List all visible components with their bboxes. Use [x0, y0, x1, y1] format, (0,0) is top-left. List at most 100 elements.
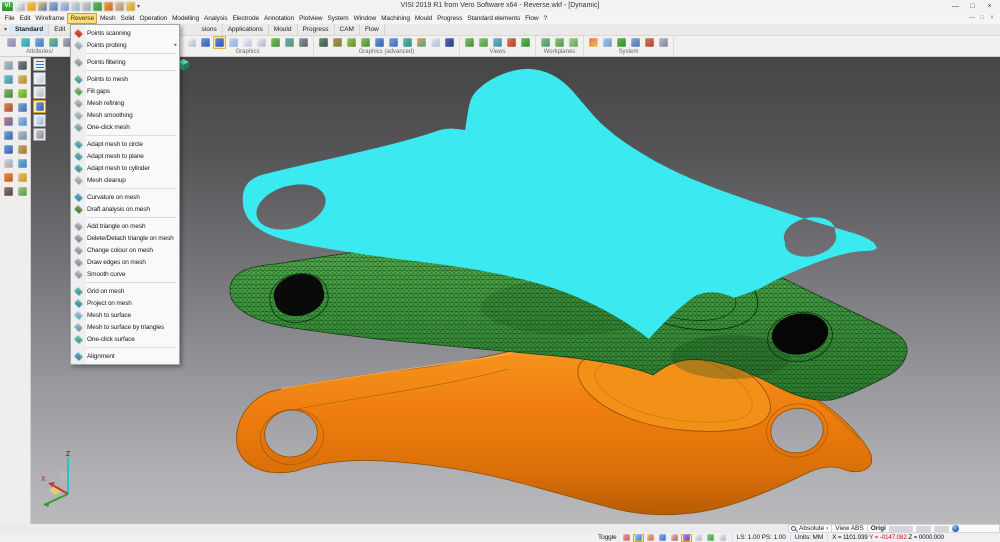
modify-tool-icon[interactable]	[2, 101, 15, 114]
reverse-menu-item-project-on-mesh[interactable]: Project on mesh	[71, 297, 179, 309]
view-rotate-icon[interactable]	[477, 36, 490, 49]
book-tool-icon[interactable]	[16, 185, 29, 198]
cylinder-light-icon[interactable]	[227, 36, 240, 49]
frame-teal-icon[interactable]	[491, 36, 504, 49]
mdi-maximize-button[interactable]: □	[977, 15, 987, 21]
menu-reverse[interactable]: Reverse	[67, 13, 98, 24]
globe-icon[interactable]	[952, 525, 959, 532]
minimize-button[interactable]: —	[947, 1, 964, 12]
tree-dark-icon[interactable]	[317, 36, 330, 49]
import-folder-icon[interactable]	[38, 2, 47, 11]
shield-blue-icon[interactable]	[443, 36, 456, 49]
check-tool-icon[interactable]	[16, 87, 29, 100]
tab-progress[interactable]: Progress	[298, 24, 335, 35]
tab-standard[interactable]: Standard	[10, 24, 49, 35]
globe-green-icon[interactable]	[519, 36, 532, 49]
tab-sions[interactable]: sions	[197, 24, 223, 35]
menu-flow[interactable]: Flow	[523, 13, 541, 24]
reverse-menu-item-change-colour-on-mesh[interactable]: Change colour on mesh	[71, 244, 179, 256]
menu-electrode[interactable]: Electrode	[230, 13, 262, 24]
tab-edit[interactable]: Edit	[49, 24, 71, 35]
new-view-icon[interactable]	[185, 36, 198, 49]
select-grid-icon[interactable]	[621, 534, 632, 542]
favorites-icon[interactable]	[126, 2, 135, 11]
reverse-menu-item-mesh-cleanup[interactable]: Mesh cleanup	[71, 174, 179, 186]
pencil-red-icon[interactable]	[505, 36, 518, 49]
reverse-menu-item-curvature-on-mesh[interactable]: Curvature on mesh	[71, 191, 179, 203]
menu-mould[interactable]: Mould	[412, 13, 434, 24]
snap-arrow-icon[interactable]	[669, 534, 680, 542]
solid-box-icon[interactable]	[681, 534, 692, 542]
tab-caret-icon[interactable]: ▾	[0, 24, 10, 35]
tab-flow[interactable]: Flow	[360, 24, 385, 35]
teal-icon[interactable]	[401, 36, 414, 49]
workplane-1-icon[interactable]	[539, 36, 552, 49]
mesh-green-icon[interactable]	[359, 36, 372, 49]
save-icon[interactable]	[49, 2, 58, 11]
menu-mesh[interactable]: Mesh	[97, 13, 118, 24]
menu-analysis[interactable]: Analysis	[202, 13, 230, 24]
absolute-mode-label[interactable]: Absolute ›	[799, 525, 828, 532]
workplane-2-icon[interactable]	[553, 36, 566, 49]
reverse-menu-item-points-to-mesh[interactable]: Points to mesh	[71, 73, 179, 85]
new-file-icon[interactable]	[16, 2, 25, 11]
menu-edit[interactable]: Edit	[17, 13, 33, 24]
menu-plotview[interactable]: Plotview	[297, 13, 325, 24]
reverse-menu-item-draw-edges-on-mesh[interactable]: Draw edges on mesh	[71, 256, 179, 268]
reverse-menu-item-smooth-curve[interactable]: Smooth curve	[71, 268, 179, 280]
quick-access-caret-icon[interactable]: ▾	[137, 3, 140, 10]
redo-icon[interactable]	[115, 2, 124, 11]
pencil-blue-tool-icon[interactable]	[16, 101, 29, 114]
rotate-icon[interactable]	[705, 534, 716, 542]
list-icon[interactable]	[693, 534, 704, 542]
undo-icon[interactable]	[104, 2, 113, 11]
bin-green-icon[interactable]	[269, 36, 282, 49]
stack-blue-green-icon[interactable]	[283, 36, 296, 49]
menu-file[interactable]: File	[2, 13, 17, 24]
layer-cylinder-blue-button[interactable]	[33, 100, 46, 113]
maximize-button[interactable]: □	[964, 1, 981, 12]
reverse-menu-item-adapt-mesh-to-circle[interactable]: Adapt mesh to circle	[71, 138, 179, 150]
solid-tool-icon[interactable]	[2, 129, 15, 142]
plane-gray-icon[interactable]	[657, 36, 670, 49]
save-all-icon[interactable]	[60, 2, 69, 11]
view-abs-label[interactable]: View ABS	[835, 525, 863, 532]
attribute-blue-icon[interactable]	[33, 36, 46, 49]
reverse-menu-item-draft-analysis-on-mesh[interactable]: Draft analysis on mesh	[71, 203, 179, 215]
toggle-label[interactable]: Toggle	[598, 534, 617, 541]
reverse-menu-item-delete-detach-triangle-on-mesh[interactable]: Delete/Detach triangle on mesh	[71, 232, 179, 244]
bin-white-icon[interactable]	[255, 36, 268, 49]
reverse-menu-item-mesh-to-surface[interactable]: Mesh to surface	[71, 309, 179, 321]
delete-tool-icon[interactable]	[16, 59, 29, 72]
origin-label[interactable]: Origi	[871, 525, 886, 532]
cylinder-blue-2-icon[interactable]	[373, 36, 386, 49]
layer-bin-dark-button[interactable]	[33, 128, 46, 141]
attribute-green-blue-icon[interactable]	[47, 36, 60, 49]
frame-tool-icon[interactable]	[2, 73, 15, 86]
stamp-icon[interactable]	[645, 534, 656, 542]
fire-tool-icon[interactable]	[2, 171, 15, 184]
trash-tool-icon[interactable]	[2, 157, 15, 170]
reverse-menu-item-mesh-smoothing[interactable]: Mesh smoothing	[71, 109, 179, 121]
attribute-teal-icon[interactable]	[19, 36, 32, 49]
menu-solid[interactable]: Solid	[118, 13, 137, 24]
layers-menu-button[interactable]	[33, 58, 46, 71]
pencil-tool-icon[interactable]	[16, 73, 29, 86]
layer-cylinder-outline-button[interactable]	[33, 72, 46, 85]
palette-icon[interactable]	[587, 36, 600, 49]
tools-red-icon[interactable]	[643, 36, 656, 49]
reverse-menu-item-grid-on-mesh[interactable]: Grid on mesh	[71, 285, 179, 297]
search-icon[interactable]	[791, 526, 796, 531]
tsquare-tool-icon[interactable]	[16, 143, 29, 156]
white-blue-icon[interactable]	[429, 36, 442, 49]
menu-machining[interactable]: Machining	[379, 13, 413, 24]
reverse-menu-item-adapt-mesh-to-plane[interactable]: Adapt mesh to plane	[71, 150, 179, 162]
reverse-menu-item-points-scanning[interactable]: Points scanning	[71, 27, 179, 39]
reverse-menu-item-points-filtering[interactable]: Points filtering	[71, 56, 179, 68]
folder-tool-icon[interactable]	[16, 171, 29, 184]
print-icon[interactable]	[82, 2, 91, 11]
reverse-menu-item-alignment[interactable]: Alignment	[71, 350, 179, 362]
menu-standard-elements[interactable]: Standard elements	[465, 13, 523, 24]
menu-modelling[interactable]: Modelling	[170, 13, 202, 24]
tab-mould[interactable]: Mould	[269, 24, 298, 35]
